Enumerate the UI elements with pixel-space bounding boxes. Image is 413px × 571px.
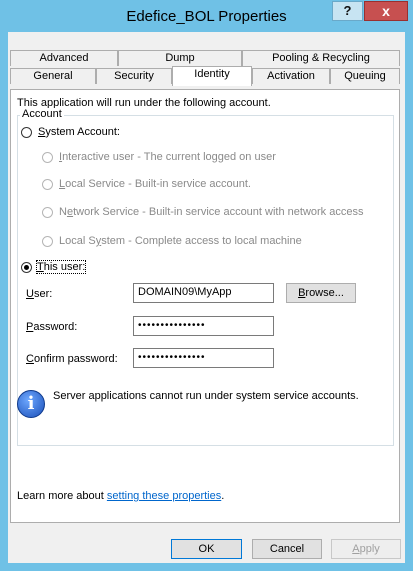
learn-more-link[interactable]: setting these properties [107, 490, 221, 502]
help-button[interactable]: ? [332, 1, 363, 21]
network-service-radio[interactable] [42, 207, 53, 218]
tab-activation[interactable]: Activation [252, 68, 330, 84]
password-input[interactable]: ••••••••••••••• [133, 316, 274, 336]
tab-identity[interactable]: Identity [172, 66, 252, 86]
confirm-password-label: Confirm password: [26, 353, 118, 365]
tab-dump[interactable]: Dump [118, 50, 242, 66]
this-user-label: This user: [35, 260, 87, 274]
tab-general[interactable]: General [10, 68, 96, 84]
tab-security[interactable]: Security [96, 68, 172, 84]
interactive-user-label: Interactive user - The current logged on… [59, 151, 276, 163]
network-service-label: Network Service - Built-in service accou… [59, 206, 364, 218]
learn-more-text: Learn more about setting these propertie… [17, 490, 225, 502]
tab-queuing[interactable]: Queuing [330, 68, 400, 84]
interactive-user-radio[interactable] [42, 152, 53, 163]
info-message: Server applications cannot run under sys… [53, 390, 359, 402]
properties-window: Edefice_BOL Properties ? x Advanced Dump… [0, 0, 413, 571]
password-label: Password: [26, 321, 78, 333]
close-button[interactable]: x [364, 1, 408, 21]
local-service-label: Local Service - Built-in service account… [59, 178, 251, 190]
system-account-radio[interactable] [21, 127, 32, 138]
cancel-button[interactable]: Cancel [252, 539, 322, 559]
account-group-label: Account [20, 108, 64, 120]
this-user-radio[interactable] [21, 262, 32, 273]
user-label: User: [26, 288, 53, 300]
close-icon: x [382, 3, 390, 19]
identity-panel: This application will run under the foll… [10, 89, 400, 523]
confirm-password-input[interactable]: ••••••••••••••• [133, 348, 274, 368]
ok-button[interactable]: OK [171, 539, 242, 559]
user-input[interactable]: DOMAIN09\MyApp [133, 283, 274, 303]
browse-button[interactable]: Browse... [286, 283, 356, 303]
title-bar[interactable]: Edefice_BOL Properties ? x [0, 0, 413, 32]
local-service-radio[interactable] [42, 179, 53, 190]
system-account-label: System Account: [38, 126, 120, 138]
dialog-client-area: Advanced Dump Pooling & Recycling Genera… [8, 32, 405, 563]
local-system-radio[interactable] [42, 236, 53, 247]
apply-button[interactable]: Apply [331, 539, 401, 559]
tab-advanced[interactable]: Advanced [10, 50, 118, 66]
local-system-label: Local System - Complete access to local … [59, 235, 302, 247]
info-icon: i [17, 390, 45, 418]
tab-pooling-recycling[interactable]: Pooling & Recycling [242, 50, 400, 66]
